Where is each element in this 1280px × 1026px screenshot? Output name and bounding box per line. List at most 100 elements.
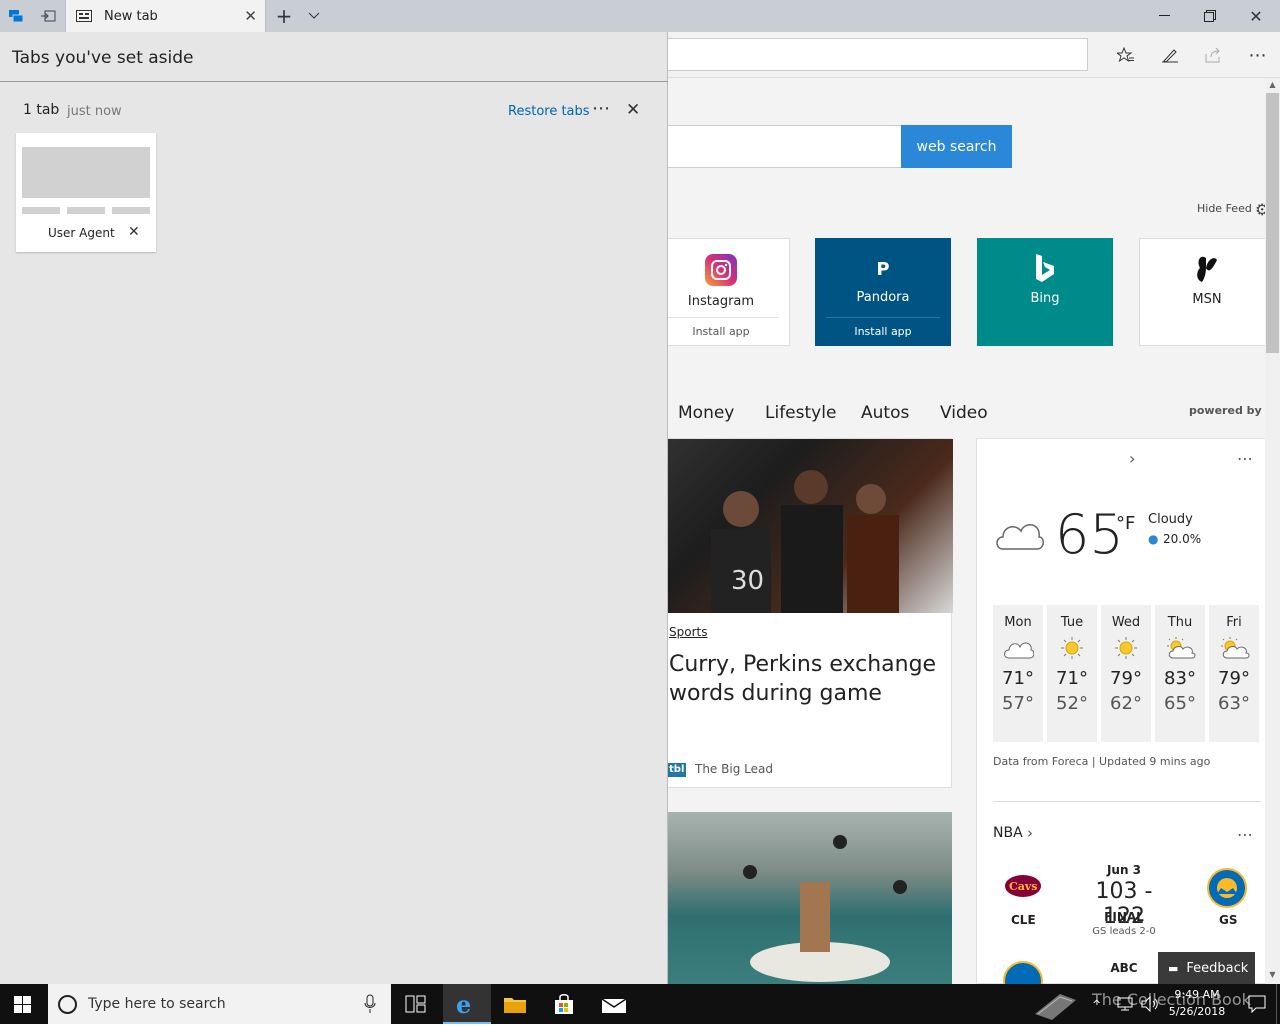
game-date: Jun 3 xyxy=(1106,863,1142,877)
article-category[interactable]: Sports xyxy=(669,625,707,639)
favorites-icon[interactable] xyxy=(1112,42,1140,68)
tile-label: MSN xyxy=(1192,292,1222,307)
feedback-button[interactable]: ▬ Feedback xyxy=(1158,952,1255,984)
tile-label: Pandora xyxy=(856,290,910,305)
settings-gear-icon[interactable]: ⚙ xyxy=(1255,200,1265,219)
share-icon[interactable] xyxy=(1200,42,1228,68)
set-tabs-aside-icon[interactable] xyxy=(32,0,64,32)
game-status: FINAL xyxy=(1104,910,1144,924)
tabs-aside-icon[interactable] xyxy=(0,0,32,32)
forecast-low: 57° xyxy=(1002,693,1034,714)
install-app-link[interactable]: Install app xyxy=(663,317,779,345)
windows-start-icon[interactable] xyxy=(14,996,32,1018)
cloud-icon xyxy=(993,636,1043,660)
network-icon[interactable] xyxy=(1117,996,1133,1016)
install-app-link[interactable]: Install app xyxy=(826,317,940,345)
partly-cloudy-icon xyxy=(1155,636,1205,660)
nav-lifestyle[interactable]: Lifestyle xyxy=(765,403,836,423)
task-view-icon[interactable] xyxy=(405,995,427,1017)
clock-date[interactable]: 5/26/2018 xyxy=(1166,1005,1228,1018)
forecast-day-name: Tue xyxy=(1060,615,1084,630)
article-headline[interactable]: Curry, Perkins exchange words during gam… xyxy=(669,650,936,708)
tile-bing[interactable]: Bing xyxy=(977,238,1113,346)
forecast-day-name: Wed xyxy=(1111,615,1141,630)
weather-source[interactable]: Data from Foreca | Updated 9 mins ago xyxy=(993,755,1210,768)
svg-text:Cavs: Cavs xyxy=(1009,880,1037,893)
restore-tabs-link[interactable]: Restore tabs xyxy=(508,104,590,119)
headline-line: words during game xyxy=(669,681,882,706)
partly-cloudy-icon xyxy=(1209,636,1259,660)
new-tab-icon xyxy=(76,10,92,22)
web-search-button[interactable]: web search xyxy=(901,125,1012,168)
sun-icon xyxy=(1047,636,1097,660)
nav-money[interactable]: Money xyxy=(678,403,734,423)
title-bar: New tab ✕ + ✕ xyxy=(0,0,1280,32)
show-desktop-button[interactable] xyxy=(1276,984,1280,1024)
taskbar-search-box[interactable]: Type here to search xyxy=(48,984,391,1024)
forecast-low: 65° xyxy=(1164,693,1196,714)
current-temp: 65 xyxy=(1055,503,1124,566)
cortana-icon xyxy=(58,995,77,1014)
group-count: 1 tab xyxy=(23,102,60,118)
group-more-icon[interactable]: ⋯ xyxy=(592,98,610,119)
tile-msn[interactable]: MSN xyxy=(1139,238,1265,346)
scroll-up-icon[interactable]: ▲ xyxy=(1266,80,1279,90)
weather-more-icon[interactable]: ⋯ xyxy=(1237,449,1254,468)
pandora-icon: P xyxy=(876,259,890,280)
minimize-icon[interactable] xyxy=(1145,0,1185,32)
pen-icon[interactable] xyxy=(1156,42,1184,68)
hide-feed-link[interactable]: Hide Feed xyxy=(1197,202,1252,215)
close-window-icon[interactable]: ✕ xyxy=(1236,0,1276,32)
forecast-low: 62° xyxy=(1110,693,1142,714)
tab-preview-chevron-icon[interactable] xyxy=(300,0,328,32)
nav-autos[interactable]: Autos xyxy=(861,403,909,423)
show-hidden-icons[interactable]: ^ xyxy=(1092,998,1101,1011)
watermark-logo-icon xyxy=(1030,988,1080,1026)
delete-group-icon[interactable]: ✕ xyxy=(626,100,640,120)
tab-thumbnail xyxy=(22,147,150,198)
forecast-day[interactable]: Wed 79° 62° xyxy=(1101,605,1151,742)
temp-unit: °F xyxy=(1116,513,1136,534)
weather-card: › ⋯ 65 °F Cloudy ● 20.0% Mon 71° 57° Tue… xyxy=(976,438,1265,984)
scrollbar-thumb[interactable] xyxy=(1266,93,1279,353)
forecast-low: 63° xyxy=(1218,693,1250,714)
close-tab-icon[interactable]: ✕ xyxy=(244,7,257,25)
chevron-right-icon[interactable]: › xyxy=(1129,449,1135,468)
nba-more-icon[interactable]: ⋯ xyxy=(1237,825,1254,844)
restore-window-icon[interactable] xyxy=(1190,0,1230,32)
chevron-right-icon[interactable]: › xyxy=(1027,824,1033,842)
notifications-icon[interactable] xyxy=(1248,995,1266,1017)
set-aside-tab-card[interactable]: User Agent ✕ xyxy=(16,133,156,252)
more-options-icon[interactable]: ⋯ xyxy=(1244,42,1272,68)
divider xyxy=(0,81,668,82)
feedback-icon: ▬ xyxy=(1168,961,1179,975)
store-icon[interactable] xyxy=(553,993,575,1019)
series-status: GS leads 2-0 xyxy=(1092,926,1156,937)
nba-title[interactable]: NBA xyxy=(993,825,1023,841)
edge-taskbar-icon[interactable]: e xyxy=(443,984,491,1024)
forecast-day-name: Mon xyxy=(1004,615,1032,630)
edge-icon: e xyxy=(456,990,472,1019)
forecast-day[interactable]: Fri 79° 63° xyxy=(1209,605,1259,742)
forecast-day[interactable]: Thu 83° 65° xyxy=(1155,605,1205,742)
microphone-icon[interactable] xyxy=(364,994,376,1018)
thumbnail-bar xyxy=(112,207,150,214)
volume-icon[interactable] xyxy=(1141,995,1159,1016)
tile-instagram[interactable]: Instagram Install app xyxy=(652,238,790,346)
forecast-high: 83° xyxy=(1164,668,1196,689)
forecast-day[interactable]: Mon 71° 57° xyxy=(993,605,1043,742)
tab-new-tab[interactable]: New tab ✕ xyxy=(65,0,266,32)
mail-icon[interactable] xyxy=(601,996,627,1018)
tile-pandora[interactable]: P Pandora Install app xyxy=(815,238,951,346)
forecast-high: 71° xyxy=(1056,668,1088,689)
new-tab-plus-icon[interactable]: + xyxy=(270,0,298,32)
forecast-day[interactable]: Tue 71° 52° xyxy=(1047,605,1097,742)
forecast-high: 79° xyxy=(1218,668,1250,689)
remove-tab-icon[interactable]: ✕ xyxy=(128,224,140,240)
clock-time[interactable]: 9:49 AM xyxy=(1166,988,1228,1001)
warriors-logo-icon xyxy=(1207,868,1247,912)
file-explorer-icon[interactable] xyxy=(503,994,527,1018)
headline-line: Curry, Perkins exchange xyxy=(669,652,937,677)
scroll-down-icon[interactable]: ▼ xyxy=(1266,970,1279,980)
nav-video[interactable]: Video xyxy=(940,403,988,423)
